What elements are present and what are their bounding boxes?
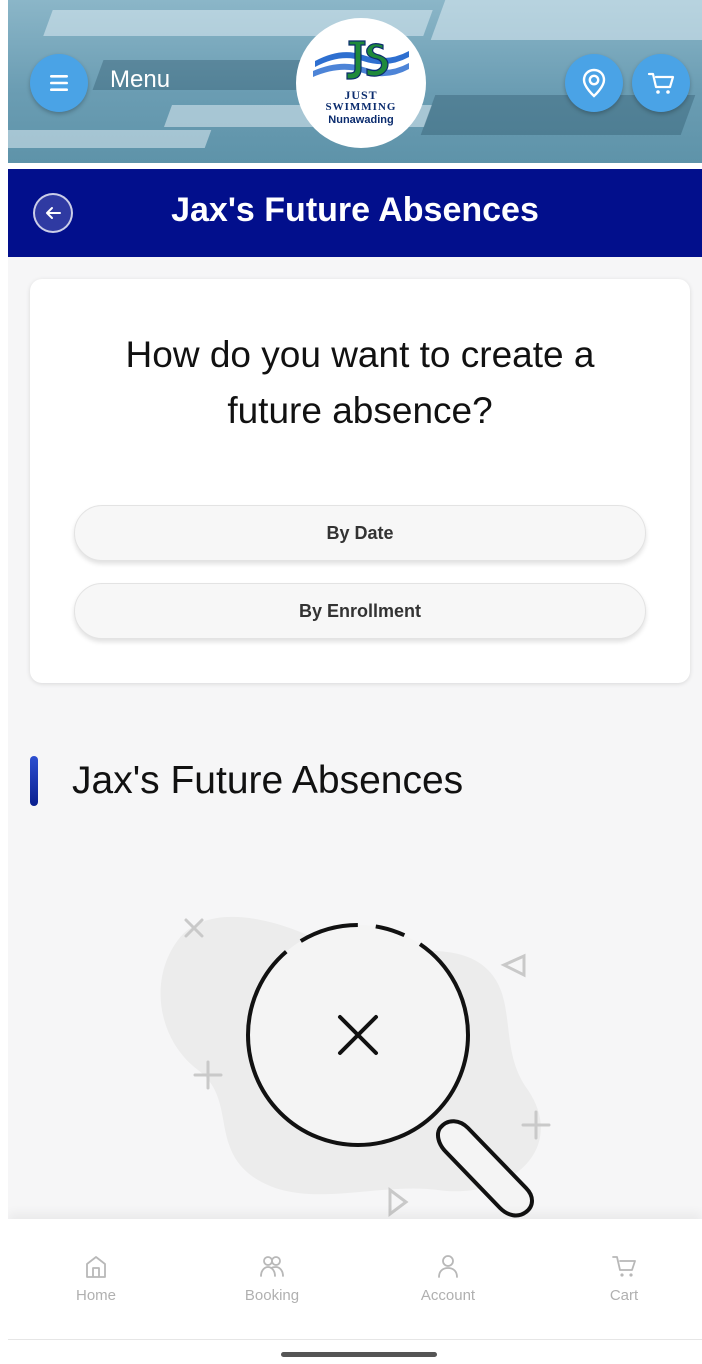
card-heading-line-1: How do you want to create a xyxy=(125,334,595,375)
system-nav-area xyxy=(8,1339,702,1364)
logo-mark-icon xyxy=(313,40,409,80)
home-indicator[interactable] xyxy=(281,1352,437,1357)
person-icon xyxy=(438,1255,458,1278)
tab-cart[interactable]: Cart xyxy=(564,1253,684,1304)
club-logo[interactable]: JUST SWIMMING Nunawading xyxy=(296,18,426,148)
tab-booking[interactable]: Booking xyxy=(212,1253,332,1304)
tab-cart-label: Cart xyxy=(609,1287,639,1304)
by-enrollment-button[interactable]: By Enrollment xyxy=(74,583,646,639)
absence-method-card: How do you want to create a future absen… xyxy=(30,279,690,683)
card-heading: How do you want to create a future absen… xyxy=(30,327,690,439)
logo-line-3: Nunawading xyxy=(328,114,394,126)
magnifier-no-results-icon xyxy=(160,916,551,1218)
home-icon xyxy=(86,1256,106,1278)
hamburger-icon xyxy=(50,75,68,91)
app-screen: Menu JUST SWIMMING Nunawading Jax's Futu… xyxy=(8,0,702,1364)
location-button[interactable] xyxy=(565,54,623,112)
tab-account[interactable]: Account xyxy=(388,1253,508,1304)
by-date-button[interactable]: By Date xyxy=(74,505,646,561)
cart-button[interactable] xyxy=(632,54,690,112)
location-pin-icon xyxy=(582,68,606,98)
menu-button[interactable] xyxy=(30,54,88,112)
cart-icon xyxy=(612,1256,636,1277)
logo-line-2: SWIMMING xyxy=(325,101,397,113)
section-title: Jax's Future Absences xyxy=(72,759,464,802)
section-accent-bar xyxy=(30,756,38,806)
header-banner: Menu JUST SWIMMING Nunawading xyxy=(8,0,702,163)
card-heading-line-2: future absence? xyxy=(227,390,493,431)
tab-home[interactable]: Home xyxy=(36,1253,156,1304)
tab-booking-label: Booking xyxy=(244,1287,300,1304)
cart-icon xyxy=(647,72,675,94)
page-title: Jax's Future Absences xyxy=(171,191,539,229)
tab-home-label: Home xyxy=(75,1287,116,1304)
page-title-bar: Jax's Future Absences xyxy=(8,169,702,257)
people-icon xyxy=(260,1256,284,1277)
menu-label[interactable]: Menu xyxy=(110,66,170,94)
bottom-tab-bar: Home Booking Account Cart xyxy=(8,1219,702,1339)
tab-account-label: Account xyxy=(420,1287,476,1304)
logo-line-1: JUST xyxy=(344,88,378,102)
